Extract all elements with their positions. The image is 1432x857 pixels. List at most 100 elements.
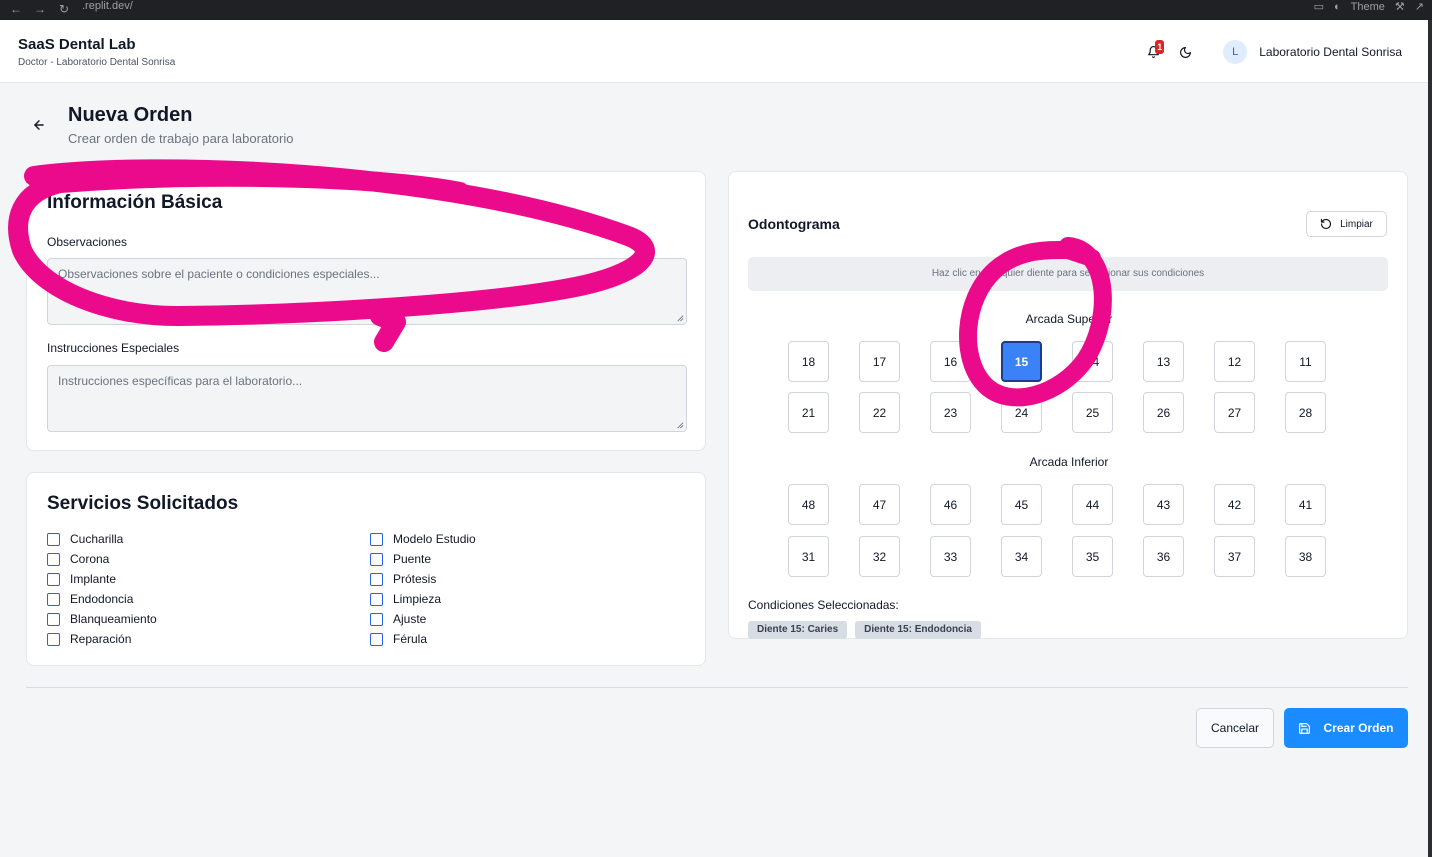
service-label: Modelo Estudio — [393, 532, 476, 546]
notifications-button[interactable]: 1 — [1143, 40, 1165, 62]
tooth-24[interactable]: 24 — [1001, 392, 1042, 433]
tooth-42[interactable]: 42 — [1214, 484, 1255, 525]
app-subtitle: Doctor - Laboratorio Dental Sonrisa — [18, 57, 176, 68]
tooth-11[interactable]: 11 — [1285, 341, 1326, 382]
reload-icon[interactable]: ↻ — [58, 2, 70, 16]
tooth-43[interactable]: 43 — [1143, 484, 1184, 525]
instrucciones-placeholder: Instrucciones específicas para el labora… — [58, 374, 303, 388]
service-checkbox[interactable] — [47, 572, 60, 586]
app-root: SaaS Dental Lab Doctor - Laboratorio Den… — [0, 20, 1428, 857]
tooth-13[interactable]: 13 — [1143, 341, 1184, 382]
service-label: Puente — [393, 552, 432, 566]
resize-handle-icon[interactable] — [675, 420, 684, 429]
create-order-button[interactable]: Crear Orden — [1284, 708, 1408, 748]
user-name[interactable]: Laboratorio Dental Sonrisa — [1259, 45, 1402, 59]
service-label: Limpieza — [393, 592, 442, 606]
tooth-45[interactable]: 45 — [1001, 484, 1042, 525]
top-header: SaaS Dental Lab Doctor - Laboratorio Den… — [0, 20, 1428, 83]
service-option[interactable]: Reparación — [47, 631, 157, 647]
service-option[interactable]: Modelo Estudio — [370, 531, 476, 547]
condition-tag[interactable]: Diente 15: Caries — [748, 621, 848, 639]
rotate-ccw-icon — [1320, 218, 1332, 230]
user-avatar[interactable]: L — [1223, 40, 1248, 64]
service-option[interactable]: Corona — [47, 551, 157, 567]
tooth-31[interactable]: 31 — [788, 536, 829, 577]
page-title: Nueva Orden — [68, 104, 193, 126]
service-checkbox[interactable] — [370, 592, 383, 606]
service-option[interactable]: Implante — [47, 571, 157, 587]
services-right-column: Modelo Estudio Puente Prótesis Limpieza … — [370, 531, 476, 647]
tooth-15[interactable]: 15 — [1001, 341, 1042, 382]
tooth-36[interactable]: 36 — [1143, 536, 1184, 577]
service-label: Cucharilla — [70, 532, 124, 546]
clear-button[interactable]: Limpiar — [1306, 211, 1387, 237]
tooth-37[interactable]: 37 — [1214, 536, 1255, 577]
tooth-17[interactable]: 17 — [859, 341, 900, 382]
tooth-33[interactable]: 33 — [930, 536, 971, 577]
tooth-28[interactable]: 28 — [1285, 392, 1326, 433]
service-label: Férula — [393, 632, 428, 646]
tooth-23[interactable]: 23 — [930, 392, 971, 433]
tooth-21[interactable]: 21 — [788, 392, 829, 433]
page-scrollbar[interactable] — [1428, 20, 1432, 857]
tooth-26[interactable]: 26 — [1143, 392, 1184, 433]
service-option[interactable]: Férula — [370, 631, 476, 647]
selected-conditions-label: Condiciones Seleccionadas: — [748, 598, 899, 612]
tooth-16[interactable]: 16 — [930, 341, 971, 382]
tooth-35[interactable]: 35 — [1072, 536, 1113, 577]
tooth-12[interactable]: 12 — [1214, 341, 1255, 382]
app-title: SaaS Dental Lab — [18, 36, 136, 53]
external-link-icon[interactable]: ↗ — [1415, 0, 1424, 13]
condition-tag[interactable]: Diente 15: Endodoncia — [855, 621, 981, 639]
service-checkbox[interactable] — [370, 632, 383, 646]
back-button[interactable] — [32, 118, 48, 134]
lower-row-2: 31 32 33 34 35 36 37 38 — [788, 536, 1326, 577]
instrucciones-textarea[interactable]: Instrucciones específicas para el labora… — [47, 365, 687, 432]
service-checkbox[interactable] — [47, 552, 60, 566]
cancel-button[interactable]: Cancelar — [1196, 708, 1274, 748]
observaciones-textarea[interactable]: Observaciones sobre el paciente o condic… — [47, 258, 687, 325]
tooth-27[interactable]: 27 — [1214, 392, 1255, 433]
address-bar[interactable]: .replit.dev/ — [82, 0, 133, 12]
lower-row-1: 48 47 46 45 44 43 42 41 — [788, 484, 1326, 525]
upper-arch-label: Arcada Superior — [1025, 312, 1113, 326]
service-option[interactable]: Ajuste — [370, 611, 476, 627]
forward-nav-icon[interactable]: → — [34, 2, 46, 16]
service-option[interactable]: Endodoncia — [47, 591, 157, 607]
back-nav-icon[interactable]: ← — [10, 2, 22, 16]
theme-label[interactable]: Theme — [1351, 1, 1385, 13]
tooth-41[interactable]: 41 — [1285, 484, 1326, 525]
resize-handle-icon[interactable] — [675, 313, 684, 322]
create-order-label: Crear Orden — [1323, 721, 1394, 735]
devices-icon[interactable]: ▭ — [1314, 0, 1324, 13]
service-checkbox[interactable] — [47, 632, 60, 646]
service-checkbox[interactable] — [370, 572, 383, 586]
tooth-32[interactable]: 32 — [859, 536, 900, 577]
tooth-25[interactable]: 25 — [1072, 392, 1113, 433]
tooth-18[interactable]: 18 — [788, 341, 829, 382]
service-option[interactable]: Cucharilla — [47, 531, 157, 547]
service-checkbox[interactable] — [47, 592, 60, 606]
dark-mode-toggle[interactable] — [1175, 42, 1195, 62]
service-option[interactable]: Limpieza — [370, 591, 476, 607]
service-checkbox[interactable] — [370, 612, 383, 626]
service-checkbox[interactable] — [370, 552, 383, 566]
tooth-47[interactable]: 47 — [859, 484, 900, 525]
tooth-14[interactable]: 14 — [1072, 341, 1113, 382]
service-checkbox[interactable] — [47, 532, 60, 546]
service-option[interactable]: Puente — [370, 551, 476, 567]
tooth-44[interactable]: 44 — [1072, 484, 1113, 525]
service-option[interactable]: Prótesis — [370, 571, 476, 587]
palette-icon[interactable]: ◐ — [1334, 1, 1341, 13]
tooth-22[interactable]: 22 — [859, 392, 900, 433]
service-checkbox[interactable] — [370, 532, 383, 546]
tooth-38[interactable]: 38 — [1285, 536, 1326, 577]
tooth-46[interactable]: 46 — [930, 484, 971, 525]
basic-info-card: Información Básica Observaciones Observa… — [26, 171, 706, 451]
instrucciones-label: Instrucciones Especiales — [47, 341, 180, 355]
tooth-34[interactable]: 34 — [1001, 536, 1042, 577]
service-checkbox[interactable] — [47, 612, 60, 626]
tooth-48[interactable]: 48 — [788, 484, 829, 525]
tools-icon[interactable]: ⚒ — [1395, 0, 1405, 13]
service-option[interactable]: Blanqueamiento — [47, 611, 157, 627]
